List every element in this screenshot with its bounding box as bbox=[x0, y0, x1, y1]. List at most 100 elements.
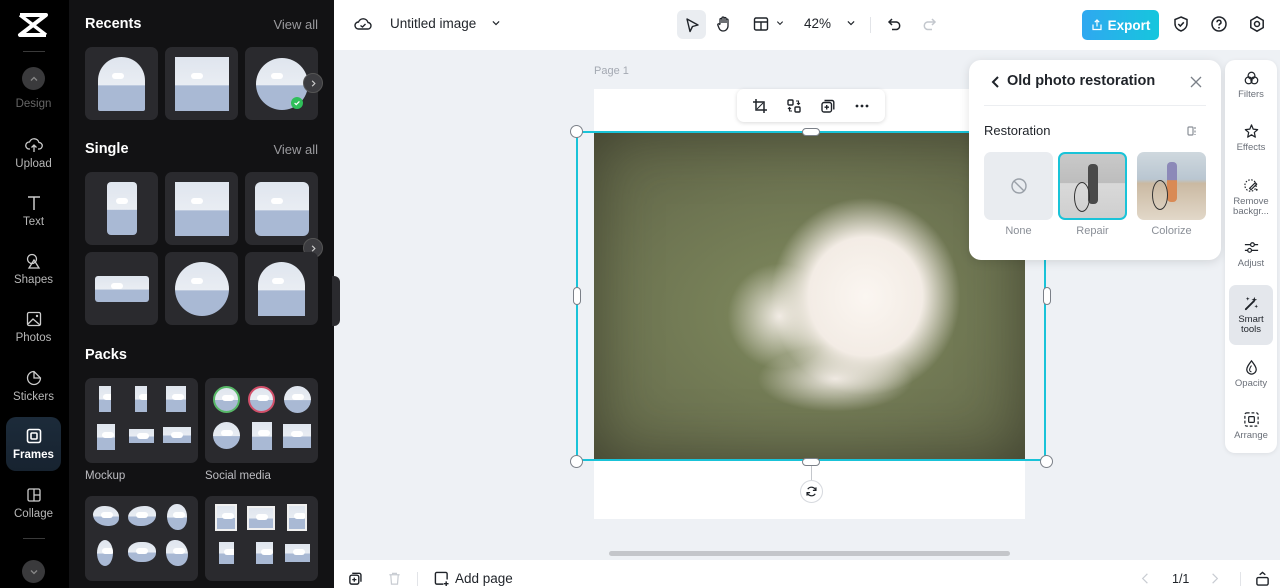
pack-blob-shapes[interactable] bbox=[85, 496, 198, 581]
blob-thumb bbox=[166, 540, 188, 566]
help-button[interactable] bbox=[1210, 15, 1228, 33]
single-frame-tile[interactable] bbox=[165, 172, 238, 245]
back-chevron-icon[interactable] bbox=[989, 75, 1003, 89]
chevron-down-icon bbox=[847, 21, 855, 26]
tool-arrange[interactable]: Arrange bbox=[1229, 406, 1273, 446]
delete-page-button[interactable] bbox=[387, 571, 402, 586]
single-view-all-link[interactable]: View all bbox=[273, 142, 318, 157]
resize-handle-bottom[interactable] bbox=[802, 458, 820, 466]
rail-item-collage[interactable]: Collage bbox=[6, 476, 61, 530]
single-frame-tile[interactable] bbox=[85, 172, 158, 245]
collapse-panel-handle[interactable] bbox=[332, 276, 340, 326]
chevron-down-icon bbox=[776, 21, 784, 26]
remove-background-icon bbox=[1243, 179, 1258, 192]
pack-mockup[interactable] bbox=[85, 378, 198, 463]
prev-page-button[interactable] bbox=[1138, 571, 1153, 586]
crop-button[interactable] bbox=[752, 98, 768, 114]
horizontal-scrollbar[interactable] bbox=[609, 551, 1010, 556]
opacity-drop-icon bbox=[1245, 359, 1257, 375]
title-dropdown-button[interactable] bbox=[489, 16, 503, 30]
close-icon[interactable] bbox=[1189, 75, 1203, 89]
resize-handle-top[interactable] bbox=[802, 128, 820, 136]
cloud-upload-icon bbox=[24, 138, 43, 152]
select-tool-button[interactable] bbox=[677, 10, 706, 39]
page-panel-toggle-button[interactable] bbox=[1255, 571, 1270, 586]
repair-preview-hoop bbox=[1074, 182, 1091, 212]
recent-frame-tile[interactable] bbox=[165, 47, 238, 120]
undo-button[interactable] bbox=[886, 15, 904, 33]
rail-item-photos[interactable]: Photos bbox=[6, 300, 61, 354]
layout-button[interactable] bbox=[752, 15, 770, 33]
restoration-option-repair[interactable] bbox=[1058, 152, 1127, 220]
resize-handle-bottom-right[interactable] bbox=[1040, 455, 1053, 468]
restoration-option-none[interactable] bbox=[984, 152, 1053, 220]
mockup-thumb bbox=[97, 424, 115, 450]
add-page-icon-button[interactable] bbox=[434, 571, 449, 586]
mockup-thumb bbox=[99, 386, 111, 412]
next-page-button[interactable] bbox=[1207, 571, 1222, 586]
single-frame-tile[interactable] bbox=[85, 252, 158, 325]
recents-next-button[interactable] bbox=[303, 73, 323, 93]
cloud-check-icon bbox=[354, 18, 372, 30]
single-frame-tile[interactable] bbox=[165, 252, 238, 325]
capcut-logo-icon[interactable] bbox=[16, 12, 50, 38]
rotate-connector bbox=[811, 466, 812, 480]
square-frame-thumb bbox=[174, 181, 229, 236]
rail-scroll-down-button[interactable] bbox=[22, 560, 45, 583]
resize-handle-bottom-left[interactable] bbox=[570, 455, 583, 468]
arch-frame-thumb bbox=[258, 261, 305, 316]
layout-dropdown-button[interactable] bbox=[774, 17, 786, 29]
more-options-button[interactable] bbox=[854, 98, 870, 114]
tool-effects[interactable]: Effects bbox=[1229, 118, 1273, 158]
rail-label: Upload bbox=[15, 158, 52, 170]
rail-item-frames[interactable]: Frames bbox=[6, 417, 61, 471]
rail-item-upload[interactable]: Upload bbox=[6, 126, 61, 180]
add-page-button[interactable]: Add page bbox=[455, 571, 513, 586]
chevron-up-icon bbox=[30, 76, 37, 81]
document-title[interactable]: Untitled image bbox=[390, 16, 476, 31]
collage-icon bbox=[26, 488, 41, 502]
export-label: Export bbox=[1107, 17, 1151, 33]
security-button[interactable] bbox=[1172, 15, 1190, 33]
recent-frame-tile[interactable] bbox=[85, 47, 158, 120]
tool-filters[interactable]: Filters bbox=[1229, 65, 1273, 105]
export-button[interactable]: Export bbox=[1082, 10, 1159, 40]
resize-handle-right[interactable] bbox=[1043, 287, 1051, 305]
pack-social-media[interactable] bbox=[205, 378, 318, 463]
help-circle-icon bbox=[1211, 16, 1227, 32]
tool-label: Remove backgr... bbox=[1233, 196, 1269, 217]
replace-button[interactable] bbox=[786, 98, 802, 114]
compare-toggle-icon[interactable] bbox=[1186, 124, 1200, 138]
resize-handle-top-left[interactable] bbox=[570, 125, 583, 138]
replace-icon bbox=[787, 98, 801, 113]
tool-smart-tools[interactable]: Smart tools bbox=[1229, 285, 1273, 345]
cloud-saved-button[interactable] bbox=[354, 15, 372, 33]
rail-item-stickers[interactable]: Stickers bbox=[6, 359, 61, 413]
rail-item-text[interactable]: Text bbox=[6, 184, 61, 238]
social-thumb bbox=[248, 386, 275, 413]
rotate-handle[interactable] bbox=[800, 480, 823, 503]
tool-opacity[interactable]: Opacity bbox=[1229, 354, 1273, 394]
canvas-image-dog[interactable] bbox=[594, 132, 1025, 461]
zoom-dropdown-button[interactable] bbox=[844, 16, 858, 30]
restoration-option-colorize[interactable] bbox=[1137, 152, 1206, 220]
hand-tool-button[interactable] bbox=[715, 15, 733, 33]
hand-icon bbox=[717, 16, 729, 32]
duplicate-button[interactable] bbox=[820, 98, 836, 114]
tool-adjust[interactable]: Adjust bbox=[1229, 234, 1273, 274]
redo-button[interactable] bbox=[920, 15, 938, 33]
rail-item-shapes[interactable]: Shapes bbox=[6, 242, 61, 296]
cursor-icon bbox=[685, 17, 699, 32]
duplicate-page-button[interactable] bbox=[348, 571, 363, 586]
single-frame-tile[interactable] bbox=[245, 172, 318, 245]
rail-scroll-up-button[interactable] bbox=[22, 67, 45, 90]
print-thumb bbox=[219, 542, 234, 564]
tool-remove-background[interactable]: Remove backgr... bbox=[1229, 172, 1273, 222]
recents-view-all-link[interactable]: View all bbox=[273, 17, 318, 32]
social-thumb bbox=[213, 386, 240, 413]
zoom-level[interactable]: 42% bbox=[804, 16, 831, 31]
pack-photo-prints[interactable] bbox=[205, 496, 318, 581]
resize-handle-left[interactable] bbox=[573, 287, 581, 305]
single-frame-tile[interactable] bbox=[245, 252, 318, 325]
settings-button[interactable] bbox=[1248, 15, 1266, 33]
